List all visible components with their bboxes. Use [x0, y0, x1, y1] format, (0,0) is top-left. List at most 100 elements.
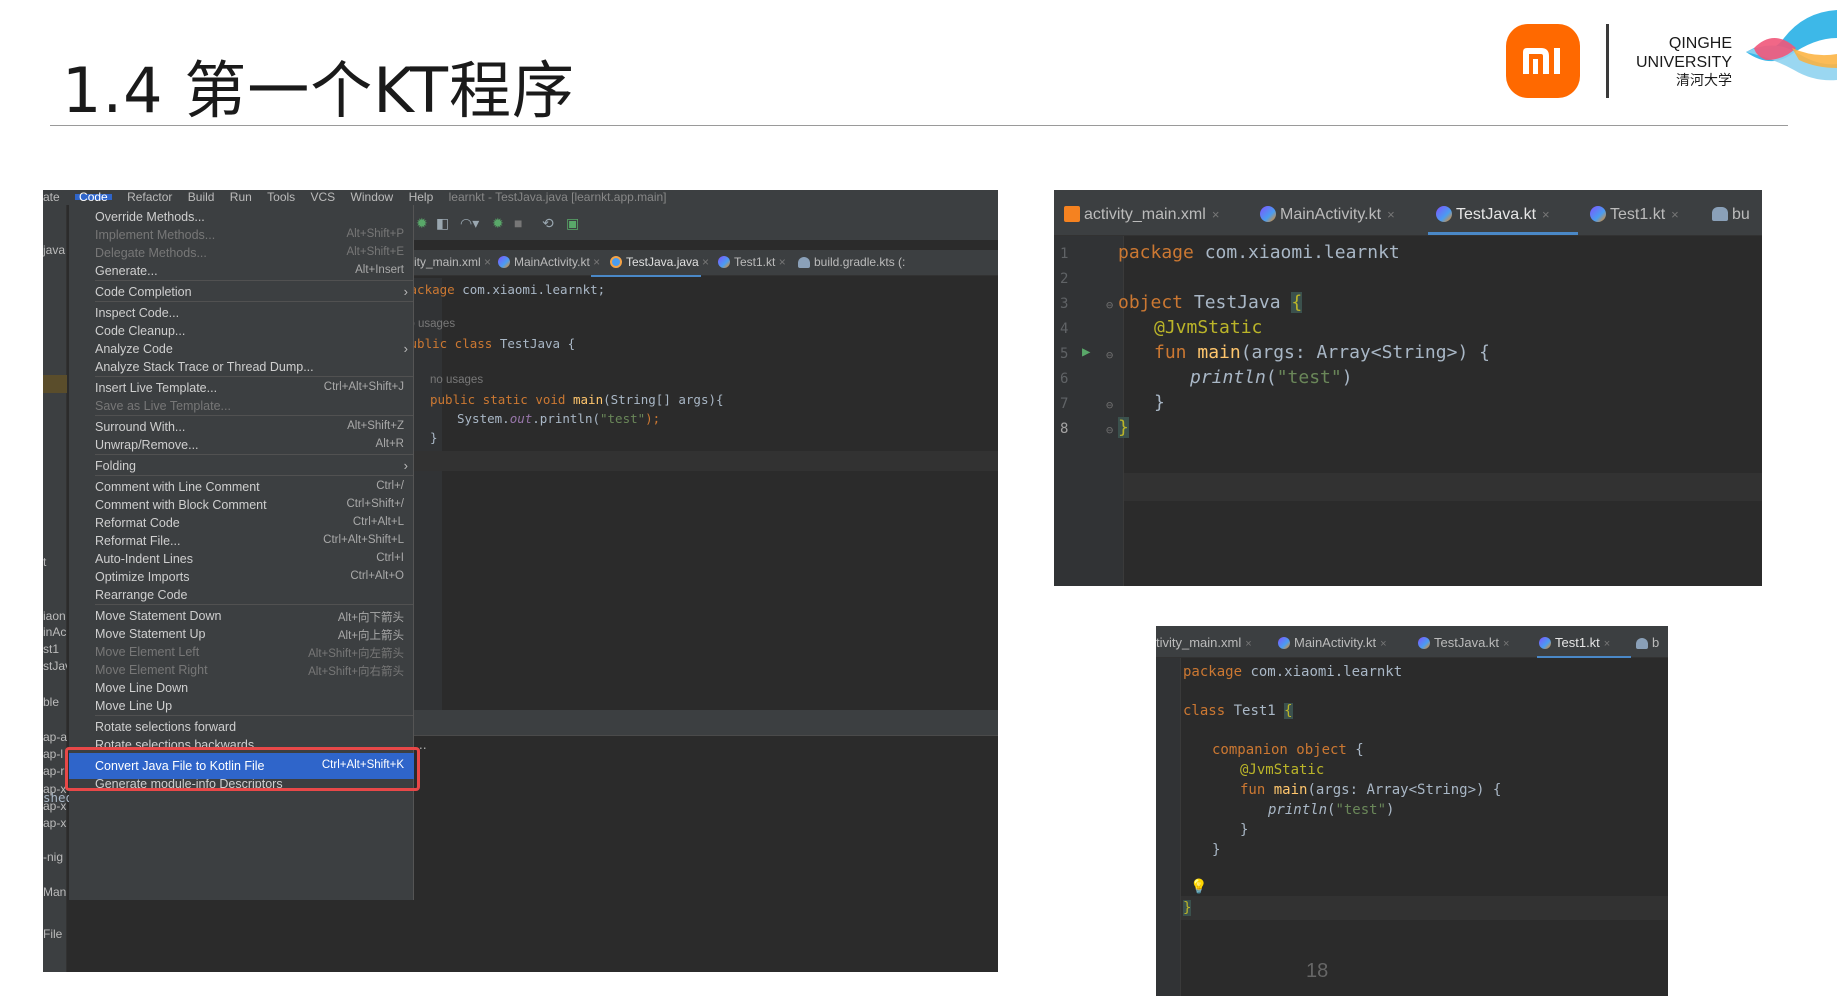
- menu-item-analyze-stack-trace-or-thread-dump[interactable]: Analyze Stack Trace or Thread Dump...: [69, 357, 413, 377]
- usage-hint: no usages: [430, 374, 484, 386]
- menu-item-move-line-down[interactable]: Move Line Down: [69, 678, 413, 698]
- menu-item-move-line-up[interactable]: Move Line Up: [69, 696, 413, 716]
- project-tree-item[interactable]: -nig: [43, 850, 63, 864]
- kotlin-code-editor[interactable]: 1 2 3 4 5 6 7 8 ▶ ⊖ ⊖ ⊖ ⊖ package com.xi…: [1054, 236, 1762, 586]
- close-icon[interactable]: ×: [1380, 638, 1386, 650]
- tab-test1[interactable]: Test1.kt ×: [1539, 635, 1610, 650]
- close-icon[interactable]: ×: [1671, 207, 1679, 222]
- project-tree-item[interactable]: iaon: [43, 609, 66, 623]
- stop-icon[interactable]: ■: [514, 215, 522, 231]
- project-tree-item[interactable]: ap-x: [43, 816, 66, 830]
- tab-testjava-kt[interactable]: TestJava.kt ×: [1418, 635, 1509, 650]
- code-line-class: public class TestJava {: [402, 336, 576, 351]
- close-icon[interactable]: ×: [1212, 207, 1220, 222]
- tab-build-gradle[interactable]: b: [1636, 635, 1659, 650]
- project-tree-item[interactable]: java: [43, 243, 65, 257]
- menu-separator: [95, 280, 413, 281]
- menu-help[interactable]: Help: [409, 191, 434, 203]
- menu-item-surround-with[interactable]: Surround With... Alt+Shift+Z: [69, 417, 413, 437]
- gradle-file-icon: [1636, 638, 1648, 649]
- project-tree-item[interactable]: t: [43, 555, 46, 569]
- tab-testjava-kt[interactable]: TestJava.kt ×: [1436, 206, 1550, 224]
- page-number: 18: [1306, 960, 1329, 982]
- menu-item-unwrap-remove[interactable]: Unwrap/Remove... Alt+R: [69, 435, 413, 455]
- tab-activity-main[interactable]: ity_main.xml ×: [414, 255, 491, 269]
- device-manager-icon[interactable]: ▣: [566, 215, 579, 232]
- fold-marker-icon[interactable]: ⊖: [1106, 348, 1113, 362]
- menu-item-reformat-code[interactable]: Reformat Code Ctrl+Alt+L: [69, 513, 413, 533]
- tab-testjava-java[interactable]: TestJava.java ×: [610, 255, 709, 269]
- menu-item-inspect-code[interactable]: Inspect Code...: [69, 303, 413, 323]
- tab-main-activity[interactable]: MainActivity.kt ×: [498, 255, 600, 269]
- tab-main-activity[interactable]: MainActivity.kt ×: [1278, 635, 1387, 650]
- coverage-icon[interactable]: ◧: [436, 215, 449, 232]
- close-icon[interactable]: ×: [1245, 638, 1251, 650]
- sync-gradle-icon[interactable]: ⟲: [542, 215, 554, 232]
- menu-item-auto-indent-lines[interactable]: Auto-Indent Lines Ctrl+I: [69, 549, 413, 569]
- menu-refactor[interactable]: Refactor: [127, 191, 172, 203]
- menu-vcs[interactable]: VCS: [311, 191, 336, 203]
- menu-build[interactable]: Build: [188, 191, 215, 203]
- menu-item-analyze-code[interactable]: Analyze Code ›: [69, 339, 413, 359]
- menu-item-comment-with-line-comment[interactable]: Comment with Line Comment Ctrl+/: [69, 477, 413, 497]
- project-tree-item[interactable]: ble: [43, 695, 59, 709]
- close-icon[interactable]: ×: [1604, 638, 1610, 650]
- tab-build-gradle[interactable]: build.gradle.kts (:: [798, 255, 905, 269]
- menu-tools[interactable]: Tools: [267, 191, 295, 203]
- tab-activity-main[interactable]: activity_main.xml ×: [1064, 206, 1219, 224]
- code-line-6: println("test"): [1190, 367, 1353, 388]
- tab-build-gradle[interactable]: bu: [1712, 206, 1750, 224]
- tab-test1[interactable]: Test1.kt ×: [1590, 206, 1679, 224]
- tab-test1[interactable]: Test1.kt ×: [718, 255, 786, 269]
- project-tree-item[interactable]: Mani: [43, 885, 67, 899]
- tab-activity-main[interactable]: tivity_main.xml ×: [1156, 635, 1252, 650]
- menu-item-folding[interactable]: Folding ›: [69, 456, 413, 476]
- close-icon[interactable]: ×: [1387, 207, 1395, 222]
- menu-item-rotate-selections-forward[interactable]: Rotate selections forward: [69, 717, 413, 737]
- run-gutter-icon[interactable]: ▶: [1082, 344, 1090, 360]
- menu-item-save-as-live-template[interactable]: Save as Live Template...: [69, 396, 413, 416]
- menu-code[interactable]: Code: [75, 191, 112, 203]
- menu-item-label: Move Element Right: [95, 663, 208, 677]
- menu-item-generate[interactable]: Generate... Alt+Insert: [69, 261, 413, 281]
- lightbulb-icon[interactable]: 💡: [1190, 879, 1207, 895]
- menu-item-insert-live-template[interactable]: Insert Live Template... Ctrl+Alt+Shift+J: [69, 378, 413, 398]
- tab-main-activity[interactable]: MainActivity.kt ×: [1260, 206, 1395, 224]
- project-tree-item[interactable]: ap-r: [43, 764, 64, 778]
- menu-item-move-statement-up[interactable]: Move Statement Up Alt+向上箭头: [69, 624, 413, 644]
- menu-item-optimize-imports[interactable]: Optimize Imports Ctrl+Alt+O: [69, 567, 413, 587]
- menu-item-delegate-methods[interactable]: Delegate Methods... Alt+Shift+E: [69, 243, 413, 263]
- menu-item-rearrange-code[interactable]: Rearrange Code: [69, 585, 413, 605]
- close-icon[interactable]: ×: [1503, 638, 1509, 650]
- project-tree-item[interactable]: File: [43, 927, 62, 941]
- menu-item-code-cleanup[interactable]: Code Cleanup...: [69, 321, 413, 341]
- project-tree-item[interactable]: ap-a: [43, 730, 67, 744]
- profile-icon[interactable]: ◠▾: [460, 215, 479, 232]
- fold-marker-icon[interactable]: ⊖: [1106, 423, 1113, 437]
- menu-item-comment-with-block-comment[interactable]: Comment with Block Comment Ctrl+Shift+/: [69, 495, 413, 515]
- fold-marker-icon[interactable]: ⊖: [1106, 298, 1113, 312]
- project-tree-item[interactable]: ap-l: [43, 747, 63, 761]
- java-code-editor[interactable]: package com.xiaomi.learnkt; no usages pu…: [402, 278, 998, 720]
- menu-item-move-element-left[interactable]: Move Element Left Alt+Shift+向左箭头: [69, 642, 413, 662]
- menu-item-move-statement-down[interactable]: Move Statement Down Alt+向下箭头: [69, 606, 413, 626]
- menu-item-reformat-file[interactable]: Reformat File... Ctrl+Alt+Shift+L: [69, 531, 413, 551]
- close-icon[interactable]: ×: [1542, 207, 1550, 222]
- kotlin-code-editor[interactable]: 💡 package com.xiaomi.learnkt class Test1…: [1156, 658, 1668, 996]
- mi-logo: [1506, 24, 1580, 98]
- project-tree-item[interactable]: st1: [43, 642, 59, 656]
- project-tree-item[interactable]: stJav: [43, 659, 67, 673]
- menu-item-code-completion[interactable]: Code Completion ›: [69, 282, 413, 302]
- attach-debugger-icon[interactable]: ✹: [492, 215, 504, 232]
- menu-run[interactable]: Run: [230, 191, 252, 203]
- menu-item-implement-methods[interactable]: Implement Methods... Alt+Shift+P: [69, 225, 413, 245]
- menu-item-shortcut: Alt+Shift+Z: [347, 420, 404, 432]
- debug-icon[interactable]: ✹: [416, 215, 428, 232]
- slide-title: 1.4 第一个KT程序: [62, 54, 576, 127]
- project-tree-item[interactable]: inAc: [43, 625, 66, 639]
- fold-marker-icon[interactable]: ⊖: [1106, 398, 1113, 412]
- menu-item-override-methods[interactable]: Override Methods...: [69, 207, 413, 227]
- menu-item-move-element-right[interactable]: Move Element Right Alt+Shift+向右箭头: [69, 660, 413, 680]
- menu-partial[interactable]: ate: [43, 191, 60, 203]
- menu-window[interactable]: Window: [351, 191, 394, 203]
